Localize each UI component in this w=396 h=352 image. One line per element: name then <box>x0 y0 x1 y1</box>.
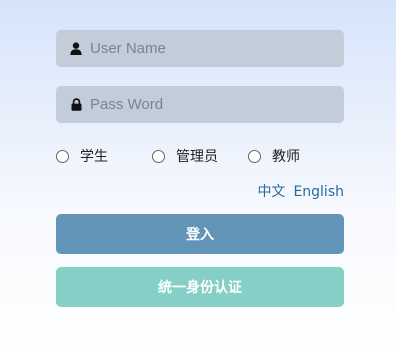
role-admin-option[interactable]: 管理员 <box>152 146 248 166</box>
login-button[interactable]: 登入 <box>56 214 344 254</box>
role-student-label: 学生 <box>80 149 108 165</box>
username-field <box>56 30 344 67</box>
language-chinese-link[interactable]: 中文 <box>257 184 285 200</box>
role-teacher-label: 教师 <box>272 149 300 165</box>
language-switcher: 中文 English <box>56 183 344 201</box>
user-icon <box>68 41 84 57</box>
username-input[interactable] <box>90 40 330 57</box>
role-selector: 学生 管理员 教师 <box>56 147 344 165</box>
sso-login-button[interactable]: 统一身份认证 <box>56 267 344 307</box>
role-admin-radio[interactable] <box>152 149 165 163</box>
login-panel: 学生 管理员 教师 中文 English 登入 统一身份认证 <box>56 30 344 307</box>
language-english-link[interactable]: English <box>293 184 344 200</box>
role-student-radio[interactable] <box>56 149 69 163</box>
role-teacher-radio[interactable] <box>248 149 261 163</box>
lock-icon <box>68 97 84 113</box>
password-input[interactable] <box>90 96 330 113</box>
role-teacher-option[interactable]: 教师 <box>248 146 300 166</box>
password-field <box>56 86 344 123</box>
role-student-option[interactable]: 学生 <box>56 146 152 166</box>
role-admin-label: 管理员 <box>176 149 218 165</box>
